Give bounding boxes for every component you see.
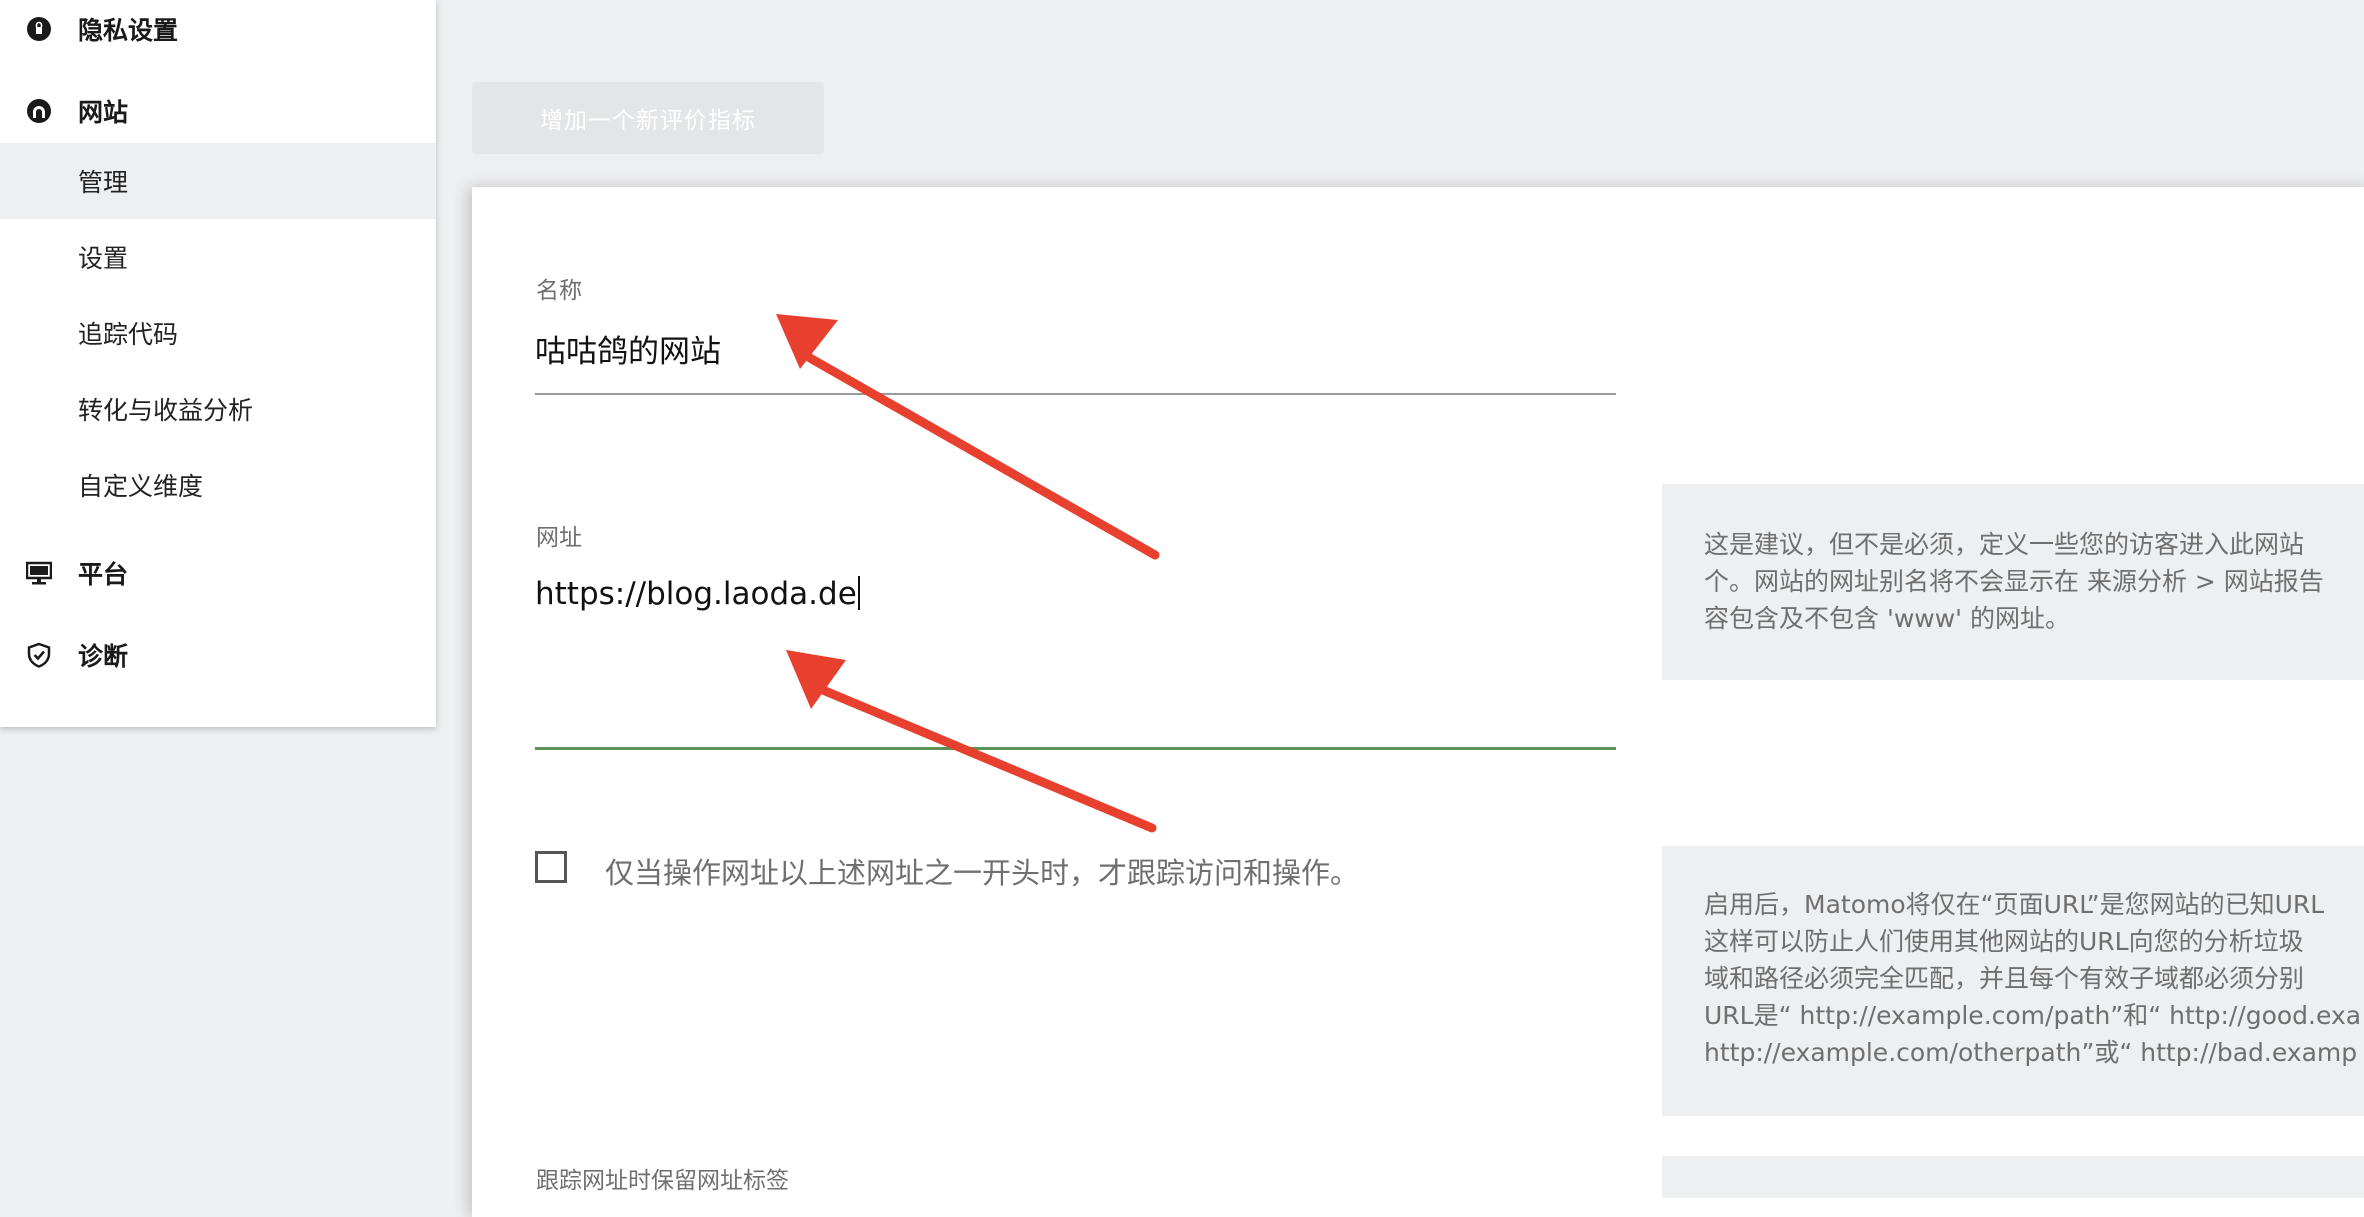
sidebar-item-label: 管理 — [78, 168, 129, 197]
exclude-unknown-urls-checkbox[interactable] — [535, 851, 567, 883]
help-line: URL是“ http://example.com/path”和“ http://… — [1704, 1001, 2362, 1030]
keep-fragments-label: 跟踪网址时保留网址标签 — [536, 1168, 789, 1194]
url-textarea-value: https://blog.laoda.de — [535, 576, 857, 612]
add-metric-button[interactable]: 增加一个新评价指标 — [472, 82, 824, 154]
sidebar-category-privacy[interactable]: 隐私设置 — [0, 4, 436, 54]
sidebar-category-label: 网站 — [78, 98, 129, 127]
url-help-box: 这是建议，但不是必须，定义一些您的访客进入此网站 个。网站的网址别名将不会显示在… — [1662, 484, 2364, 680]
help-line: 这样可以防止人们使用其他网站的URL向您的分析垃圾 — [1704, 927, 2304, 956]
admin-sidebar: 隐私设置 网站 管理 设置 追踪代码 转化与收益分析 自定义维度 平台 诊断 — [0, 0, 436, 727]
sidebar-category-platform[interactable]: 平台 — [0, 548, 436, 598]
sidebar-item-custom-dimensions[interactable]: 自定义维度 — [0, 447, 436, 523]
name-field-label: 名称 — [536, 278, 582, 304]
help-line: 这是建议，但不是必须，定义一些您的访客进入此网站 — [1704, 530, 2305, 559]
sidebar-item-label: 设置 — [78, 244, 129, 273]
sidebar-category-label: 平台 — [78, 560, 129, 589]
sidebar-item-label: 转化与收益分析 — [78, 396, 254, 425]
lock-icon — [26, 16, 52, 42]
monitor-icon — [26, 560, 52, 586]
exclude-unknown-urls-label[interactable]: 仅当操作网址以上述网址之一开头时，才跟踪访问和操作。 — [605, 850, 1359, 892]
help-line: 个。网站的网址别名将不会显示在 来源分析 > 网站报告 — [1704, 567, 2324, 596]
text-caret — [857, 576, 860, 610]
sidebar-category-diagnostics[interactable]: 诊断 — [0, 630, 436, 680]
sidebar-category-websites[interactable]: 网站 — [0, 86, 436, 136]
name-field[interactable]: 咕咕鸽的网站 — [535, 326, 721, 371]
url-field-label: 网址 — [536, 525, 582, 551]
sidebar-item-label: 追踪代码 — [78, 320, 179, 349]
globe-icon — [26, 98, 52, 124]
sidebar-category-label: 诊断 — [78, 642, 129, 671]
help-line: http://example.com/otherpath”或“ http://b… — [1704, 1038, 2358, 1067]
sidebar-item-tracking-code[interactable]: 追踪代码 — [0, 295, 436, 371]
sidebar-item-label: 自定义维度 — [78, 472, 204, 501]
sidebar-category-label: 隐私设置 — [78, 16, 179, 45]
exclude-help-box: 启用后，Matomo将仅在“页面URL”是您网站的已知URL 这样可以防止人们使… — [1662, 846, 2364, 1116]
name-field-underline — [535, 393, 1616, 395]
url-textarea-focus-underline — [535, 747, 1616, 750]
help-line: 域和路径必须完全匹配，并且每个有效子域都必须分别 — [1704, 964, 2305, 993]
sidebar-item-manage[interactable]: 管理 — [0, 143, 436, 219]
url-textarea[interactable]: https://blog.laoda.de — [535, 576, 860, 612]
help-line: 启用后，Matomo将仅在“页面URL”是您网站的已知URL — [1704, 890, 2325, 919]
sidebar-item-settings[interactable]: 设置 — [0, 219, 436, 295]
sidebar-item-goals[interactable]: 转化与收益分析 — [0, 371, 436, 447]
help-line: 容包含及不包含 'www' 的网址。 — [1704, 604, 2070, 633]
keep-fragments-help-box — [1662, 1156, 2364, 1198]
shield-icon — [26, 642, 52, 668]
